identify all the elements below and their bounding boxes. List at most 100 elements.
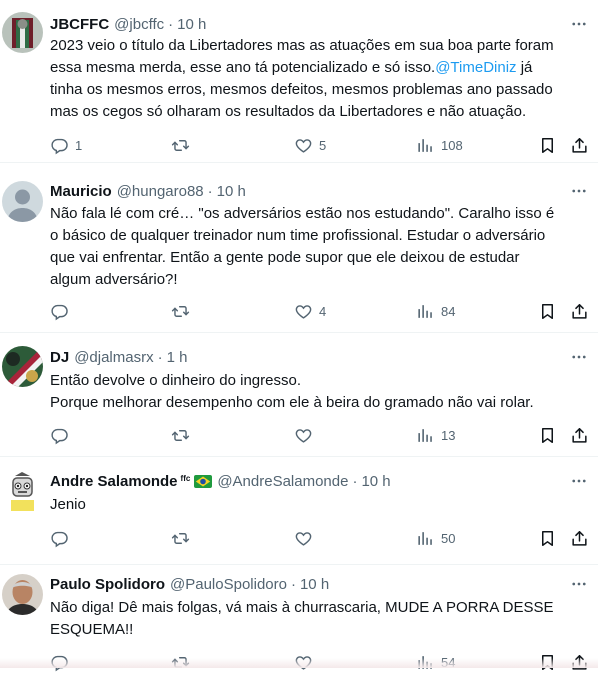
retweet-icon [171,136,190,155]
reply-button[interactable] [50,527,75,549]
reply-button[interactable]: 1 [50,134,82,156]
name-badge: ffc [180,473,191,483]
like-button[interactable]: 5 [294,134,326,156]
like-button[interactable]: 4 [294,300,326,322]
view-count: 108 [441,137,463,153]
tweet-text-line: tinha os mesmos erros, mesmos defeitos, … [50,81,553,98]
tweet-card[interactable]: Mauricio @hungaro88 · 10 h Não fala lé c… [0,163,598,333]
tweet-card[interactable]: DJ @djalmasrx · 1 h Então devolve o dinh… [0,333,598,457]
tweet-text-line: que vai enfrentar. Então a gente pode su… [50,249,520,266]
avatar[interactable] [2,346,43,387]
heart-icon [294,136,313,155]
avatar[interactable] [2,470,43,511]
user-handle[interactable]: @AndreSalamonde [217,473,348,490]
share-icon [570,426,589,445]
tweet-actions: 50 [50,527,598,549]
tweet-text-line: Não fala lé com cré… "os adversários est… [50,205,555,222]
tweet-text-line: Jenio [50,496,86,513]
view-count: 13 [441,427,456,443]
more-dots-icon[interactable] [570,471,588,491]
separator-dot: · [290,575,296,593]
display-name[interactable]: Andre Salamonde [50,473,178,490]
user-handle[interactable]: @hungaro88 [117,183,204,200]
display-name[interactable]: Paulo Spolidoro [50,576,165,593]
more-dots-icon[interactable] [570,181,588,201]
avatar[interactable] [2,12,43,53]
user-handle[interactable]: @djalmasrx [74,349,153,366]
retweet-icon [171,426,190,445]
like-button[interactable] [294,424,319,446]
tweet-text-line: mas os cegos só olharam os resultados da… [50,103,527,120]
display-name[interactable]: DJ [50,349,69,366]
separator-dot: · [352,472,358,490]
tweet-text: Jenio [50,494,590,516]
tweet-text: 2023 veio o título da Libertadores mas a… [50,35,590,123]
reply-icon [50,529,69,548]
retweet-button[interactable] [171,134,196,156]
brazil-flag-icon [194,474,213,488]
timestamp[interactable]: 10 h [177,16,206,33]
bookmark-button[interactable] [538,134,557,156]
reply-icon [50,136,69,155]
timestamp[interactable]: 10 h [361,473,390,490]
like-count: 4 [319,303,327,319]
views-icon [416,302,435,321]
retweet-button[interactable] [171,424,196,446]
bookmark-button[interactable] [538,424,557,446]
timestamp[interactable]: 1 h [167,349,188,366]
timestamp[interactable]: 10 h [217,183,246,200]
user-handle[interactable]: @PauloSpolidoro [170,576,287,593]
bottom-fade [0,658,598,668]
bookmark-icon [538,426,557,445]
tweet-header: DJ @djalmasrx · 1 h [50,347,598,367]
avatar[interactable] [2,181,43,222]
reply-button[interactable] [50,424,75,446]
like-button[interactable] [294,527,319,549]
more-dots-icon[interactable] [570,14,588,34]
view-count: 50 [441,530,456,546]
bookmark-button[interactable] [538,300,557,322]
share-icon [570,136,589,155]
tweet-header: Mauricio @hungaro88 · 10 h [50,181,598,201]
views-button[interactable]: 108 [416,134,463,156]
display-name[interactable]: Mauricio [50,183,112,200]
separator-dot: · [168,15,174,33]
reply-icon [50,302,69,321]
more-dots-icon[interactable] [570,347,588,367]
timestamp[interactable]: 10 h [300,576,329,593]
heart-icon [294,426,313,445]
views-button[interactable]: 13 [416,424,455,446]
reply-button[interactable] [50,300,75,322]
tweet-card[interactable]: JBCFFC @jbcffc · 10 h 2023 veio o título… [0,0,598,163]
tweet-text-segment: essa mesma merda, esse ano tá potenciali… [50,59,436,76]
bookmark-button[interactable] [538,527,557,549]
bookmark-icon [538,136,557,155]
tweet-text: Então devolve o dinheiro do ingresso. Po… [50,370,590,414]
more-dots-icon[interactable] [570,574,588,594]
mention-link[interactable]: @TimeDiniz [435,59,516,76]
tweet-text-line: Porque melhorar desempenho com ele à bei… [50,394,534,411]
retweet-button[interactable] [171,527,196,549]
tweet-card[interactable]: Andre Salamonde ffc @AndreSalamonde · 10… [0,457,598,565]
avatar[interactable] [2,574,43,615]
views-icon [416,426,435,445]
tweet-card[interactable]: Paulo Spolidoro @PauloSpolidoro · 10 h N… [0,565,598,668]
share-button[interactable] [570,300,589,322]
views-icon [416,529,435,548]
user-handle[interactable]: @jbcffc [114,16,164,33]
like-count: 5 [319,137,327,153]
tweet-text-line: algum adversário?! [50,271,178,288]
tweet-actions: 1 5 108 [50,134,598,156]
separator-dot: · [207,182,213,200]
tweet-actions: 13 [50,424,598,446]
retweet-icon [171,529,190,548]
views-button[interactable]: 50 [416,527,455,549]
retweet-button[interactable] [171,300,196,322]
share-button[interactable] [570,134,589,156]
share-button[interactable] [570,527,589,549]
heart-icon [294,302,313,321]
share-button[interactable] [570,424,589,446]
views-button[interactable]: 84 [416,300,455,322]
tweet-header: JBCFFC @jbcffc · 10 h [50,14,598,34]
display-name[interactable]: JBCFFC [50,16,109,33]
